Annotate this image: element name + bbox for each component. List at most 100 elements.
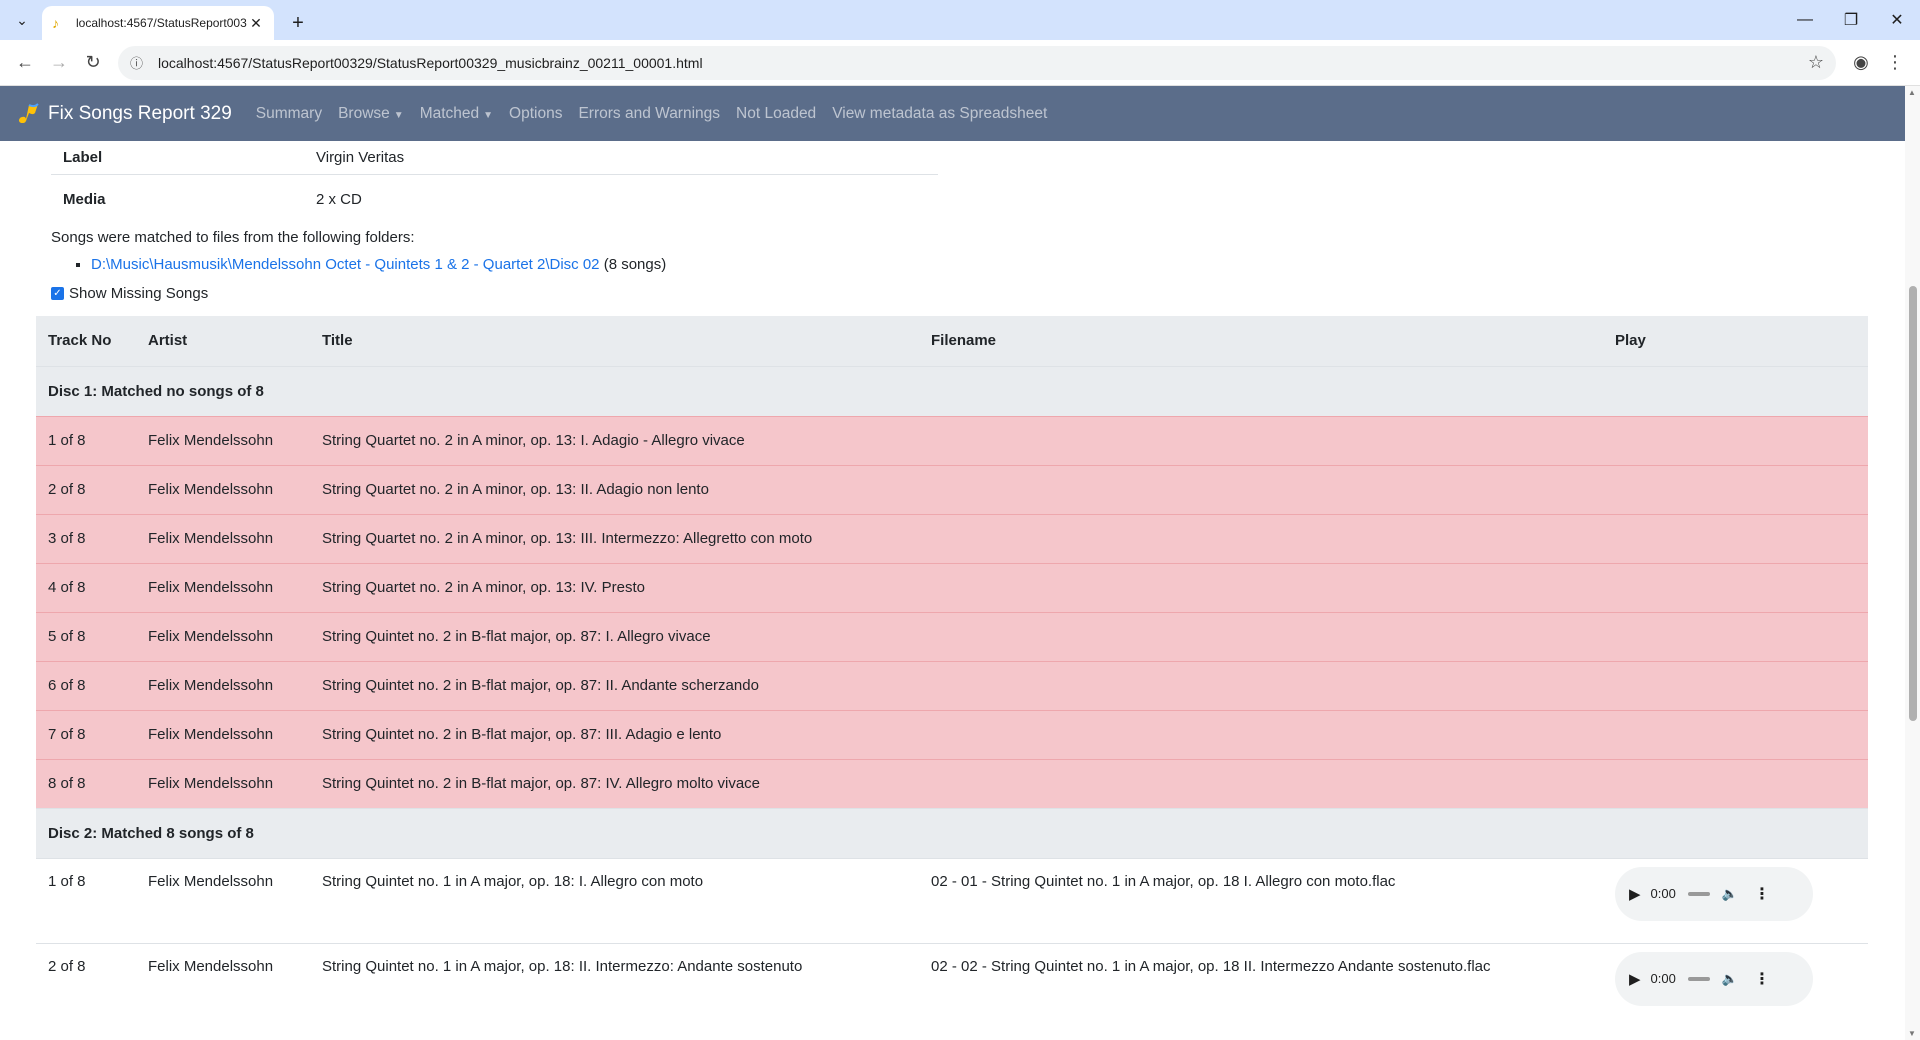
cell-artist: Felix Mendelssohn <box>136 513 310 563</box>
table-row: 1 of 8 Felix Mendelssohn String Quintet … <box>36 857 1868 943</box>
play-icon[interactable]: ▶ <box>1629 970 1641 988</box>
minimize-icon[interactable]: — <box>1782 0 1828 40</box>
tab-close-icon[interactable]: ✕ <box>248 15 264 32</box>
cell-filename <box>919 758 1603 808</box>
nav-matched-dropdown[interactable]: Matched ▼ <box>420 105 493 123</box>
detail-row-media: Media 2 x CD <box>51 175 938 224</box>
cell-play: ▶ 0:00 🔈 ⋮ <box>1603 857 1868 943</box>
songs-table: Track No Artist Title Filename Play Disc… <box>36 316 1868 1028</box>
main-content: Label Virgin Veritas Media 2 x CD Songs … <box>0 141 1905 1039</box>
cell-play <box>1603 758 1868 808</box>
cell-artist: Felix Mendelssohn <box>136 464 310 514</box>
cell-title: String Quintet no. 1 in A major, op. 18:… <box>310 857 919 943</box>
browser-tab[interactable]: ♪ localhost:4567/StatusReport003 ✕ <box>42 6 274 40</box>
restore-icon[interactable]: ❐ <box>1828 0 1874 40</box>
table-row: 2 of 8 Felix Mendelssohn String Quartet … <box>36 464 1868 514</box>
browser-toolbar: ← → ↻ ⓘ localhost:4567/StatusReport00329… <box>0 40 1920 86</box>
cell-title: String Quintet no. 2 in B-flat major, op… <box>310 709 919 759</box>
caret-down-icon: ▼ <box>483 109 494 121</box>
cell-play <box>1603 464 1868 514</box>
cell-track: 1 of 8 <box>36 415 136 465</box>
player-more-icon[interactable]: ⋮ <box>1754 969 1770 989</box>
cell-title: String Quintet no. 1 in A major, op. 18:… <box>310 942 919 1028</box>
nav-spreadsheet[interactable]: View metadata as Spreadsheet <box>832 105 1047 123</box>
folder-item: D:\Music\Hausmusik\Mendelssohn Octet - Q… <box>91 256 1905 273</box>
volume-icon[interactable]: 🔈 <box>1722 886 1738 902</box>
disc-2-header: Disc 2: Matched 8 songs of 8 <box>36 807 1868 858</box>
music-note-favicon-icon: ♪ <box>52 15 59 31</box>
brand-title: Fix Songs Report 329 <box>48 102 232 124</box>
cell-filename: 02 - 01 - String Quintet no. 1 in A majo… <box>919 857 1603 943</box>
site-info-icon[interactable]: ⓘ <box>130 53 150 72</box>
cell-artist: Felix Mendelssohn <box>136 857 310 943</box>
scroll-down-arrow-icon[interactable]: ▼ <box>1908 1029 1916 1038</box>
cell-artist: Felix Mendelssohn <box>136 562 310 612</box>
cell-filename <box>919 709 1603 759</box>
browser-menu-icon[interactable]: ⋮ <box>1878 46 1912 80</box>
cell-artist: Felix Mendelssohn <box>136 709 310 759</box>
cell-track: 4 of 8 <box>36 562 136 612</box>
show-missing-toggle[interactable]: ✓ Show Missing Songs <box>51 285 1905 302</box>
page-scrollbar[interactable]: ▲ ▼ <box>1905 86 1920 1040</box>
audio-player[interactable]: ▶ 0:00 🔈 ⋮ <box>1615 866 1813 921</box>
reload-icon[interactable]: ↻ <box>76 46 110 80</box>
folder-song-count: (8 songs) <box>603 256 667 273</box>
folder-link[interactable]: D:\Music\Hausmusik\Mendelssohn Octet - Q… <box>91 256 600 273</box>
player-progress[interactable] <box>1687 891 1710 896</box>
music-note-logo-icon <box>19 102 39 123</box>
player-more-icon[interactable]: ⋮ <box>1754 884 1770 904</box>
cell-play <box>1603 415 1868 465</box>
cell-track: 3 of 8 <box>36 513 136 563</box>
album-details-table: Label Virgin Veritas Media 2 x CD <box>51 141 938 224</box>
forward-arrow-icon[interactable]: → <box>42 46 76 80</box>
cell-track: 2 of 8 <box>36 942 136 1028</box>
detail-key: Label <box>63 149 103 166</box>
scrollbar-thumb[interactable] <box>1909 286 1917 721</box>
new-tab-plus-icon[interactable]: + <box>284 9 312 37</box>
cell-artist: Felix Mendelssohn <box>136 415 310 465</box>
table-row: 4 of 8 Felix Mendelssohn String Quartet … <box>36 562 1868 612</box>
cell-filename <box>919 513 1603 563</box>
table-row: 7 of 8 Felix Mendelssohn String Quintet … <box>36 709 1868 759</box>
detail-key: Media <box>63 191 106 208</box>
cell-filename <box>919 660 1603 710</box>
detail-value: Virgin Veritas <box>316 149 405 166</box>
cell-title: String Quintet no. 2 in B-flat major, op… <box>310 611 919 661</box>
cell-play <box>1603 513 1868 563</box>
cell-artist: Felix Mendelssohn <box>136 660 310 710</box>
folders-intro: Songs were matched to files from the fol… <box>51 229 415 246</box>
table-row: 6 of 8 Felix Mendelssohn String Quintet … <box>36 660 1868 710</box>
cell-play <box>1603 562 1868 612</box>
header-play: Play <box>1603 316 1868 366</box>
player-time: 0:00 <box>1650 971 1676 986</box>
nav-summary[interactable]: Summary <box>256 105 322 123</box>
volume-icon[interactable]: 🔈 <box>1722 971 1738 987</box>
cell-track: 8 of 8 <box>36 758 136 808</box>
table-row: 3 of 8 Felix Mendelssohn String Quartet … <box>36 513 1868 563</box>
show-missing-checkbox[interactable]: ✓ <box>51 287 64 300</box>
cell-artist: Felix Mendelssohn <box>136 611 310 661</box>
cell-title: String Quartet no. 2 in A minor, op. 13:… <box>310 415 919 465</box>
tab-list-chevron-icon[interactable]: ⌄ <box>8 6 36 34</box>
window-close-icon[interactable]: ✕ <box>1874 0 1920 40</box>
bookmark-star-icon[interactable]: ☆ <box>1808 52 1824 73</box>
caret-down-icon: ▼ <box>393 109 404 121</box>
address-url[interactable]: localhost:4567/StatusReport00329/StatusR… <box>158 55 1808 71</box>
cell-track: 1 of 8 <box>36 857 136 943</box>
player-progress[interactable] <box>1687 976 1710 981</box>
profile-icon[interactable]: ◉ <box>1844 46 1878 80</box>
back-arrow-icon[interactable]: ← <box>8 46 42 80</box>
address-bar[interactable]: ⓘ localhost:4567/StatusReport00329/Statu… <box>118 45 1836 80</box>
nav-not-loaded[interactable]: Not Loaded <box>736 105 816 123</box>
nav-options[interactable]: Options <box>509 105 562 123</box>
play-icon[interactable]: ▶ <box>1629 885 1641 903</box>
nav-errors-warnings[interactable]: Errors and Warnings <box>578 105 720 123</box>
audio-player[interactable]: ▶ 0:00 🔈 ⋮ <box>1615 951 1813 1006</box>
brand[interactable]: Fix Songs Report 329 <box>16 101 232 127</box>
nav-browse-dropdown[interactable]: Browse ▼ <box>338 105 404 123</box>
scroll-up-arrow-icon[interactable]: ▲ <box>1908 88 1916 97</box>
cell-play <box>1603 660 1868 710</box>
app-navbar: Fix Songs Report 329 Summary Browse ▼ Mat… <box>0 86 1905 141</box>
cell-artist: Felix Mendelssohn <box>136 942 310 1028</box>
cell-title: String Quartet no. 2 in A minor, op. 13:… <box>310 464 919 514</box>
